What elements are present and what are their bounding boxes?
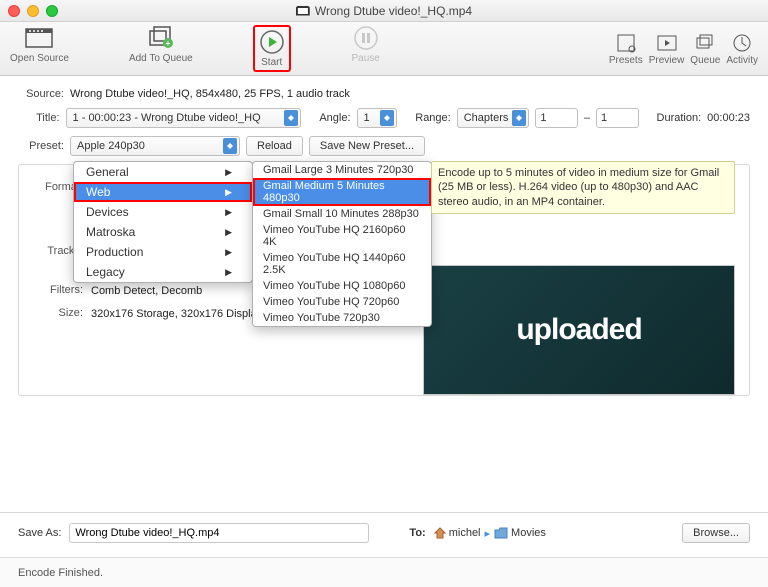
filters-label: Filters: — [33, 284, 83, 299]
preset-menu-overlay: General▶ Web▶ Devices▶ Matroska▶ Product… — [73, 161, 253, 283]
submenu-vimeo-2160[interactable]: Vimeo YouTube HQ 2160p60 4K — [253, 222, 431, 250]
submenu-gmail-medium[interactable]: Gmail Medium 5 Minutes 480p30 — [253, 178, 431, 206]
add-to-queue-button[interactable]: + Add To Queue — [129, 25, 193, 72]
open-source-label: Open Source — [10, 53, 69, 64]
saveas-label: Save As: — [18, 527, 61, 539]
dropdown-arrows-icon — [223, 138, 237, 154]
angle-value: 1 — [364, 112, 377, 124]
titlebar: Wrong Dtube video!_HQ.mp4 — [0, 0, 768, 22]
submenu-gmail-small[interactable]: Gmail Small 10 Minutes 288p30 — [253, 206, 431, 222]
menu-item-devices[interactable]: Devices▶ — [74, 202, 252, 222]
preset-label: Preset: — [18, 140, 64, 152]
range-label: Range: — [415, 112, 450, 124]
chevron-right-icon: ▶ — [225, 267, 232, 278]
status-bar: Encode Finished. — [0, 557, 768, 587]
title-label: Title: — [18, 112, 60, 124]
pause-icon — [353, 25, 379, 51]
dropdown-arrows-icon — [380, 110, 394, 126]
save-new-preset-button[interactable]: Save New Preset... — [309, 136, 425, 156]
range-type-value: Chapters — [464, 112, 509, 124]
open-source-button[interactable]: Open Source — [10, 25, 69, 72]
preset-tooltip: Encode up to 5 minutes of video in mediu… — [431, 161, 735, 214]
reload-button[interactable]: Reload — [246, 136, 303, 156]
range-dash: – — [584, 112, 590, 124]
submenu-vimeo-1080[interactable]: Vimeo YouTube HQ 1080p60 — [253, 278, 431, 294]
toolbar: Open Source + Add To Queue Start Pause P… — [0, 22, 768, 76]
title-value: 1 - 00:00:23 - Wrong Dtube video!_HQ — [73, 112, 281, 124]
menu-item-web[interactable]: Web▶ — [74, 182, 252, 202]
angle-dropdown[interactable]: 1 — [357, 108, 398, 128]
preview-label: Preview — [649, 55, 685, 66]
film-source-icon — [24, 25, 54, 51]
chevron-right-icon: ▶ — [225, 187, 232, 198]
source-value: Wrong Dtube video!_HQ, 854x480, 25 FPS, … — [70, 88, 350, 100]
queue-icon — [694, 33, 716, 53]
activity-button[interactable]: Activity — [726, 32, 758, 66]
preset-dropdown[interactable]: Apple 240p30 — [70, 136, 240, 156]
video-preview: uploaded — [423, 265, 735, 395]
to-label: To: — [409, 527, 425, 539]
saveas-input[interactable] — [69, 523, 369, 543]
play-icon — [259, 29, 285, 55]
home-icon — [434, 527, 446, 539]
status-text: Encode Finished. — [18, 567, 103, 579]
submenu-vimeo-1440[interactable]: Vimeo YouTube HQ 1440p60 2.5K — [253, 250, 431, 278]
path-separator-icon: ▸ — [485, 527, 491, 540]
duration-value: 00:00:23 — [707, 112, 750, 124]
menu-item-matroska[interactable]: Matroska▶ — [74, 222, 252, 242]
preview-button[interactable]: Preview — [649, 32, 685, 66]
chevron-right-icon: ▶ — [225, 207, 232, 218]
angle-label: Angle: — [319, 112, 350, 124]
range-to-stepper[interactable]: 1 — [596, 108, 639, 128]
window-title: Wrong Dtube video!_HQ.mp4 — [315, 4, 472, 18]
range-type-dropdown[interactable]: Chapters — [457, 108, 530, 128]
preview-icon — [656, 33, 678, 53]
browse-button[interactable]: Browse... — [682, 523, 750, 543]
chevron-right-icon: ▶ — [225, 227, 232, 238]
svg-text:+: + — [165, 39, 170, 48]
submenu-vimeo-720-60[interactable]: Vimeo YouTube HQ 720p60 — [253, 294, 431, 310]
presets-button[interactable]: Presets — [609, 32, 643, 66]
chevron-right-icon: ▶ — [225, 167, 232, 178]
activity-label: Activity — [726, 55, 758, 66]
window-minimize-button[interactable] — [27, 5, 39, 17]
presets-icon — [615, 33, 637, 53]
bottom-bar: Save As: To: michel ▸ Movies Browse... — [0, 512, 768, 553]
dropdown-arrows-icon — [284, 110, 298, 126]
pause-label: Pause — [352, 53, 380, 64]
submenu-vimeo-720-30[interactable]: Vimeo YouTube 720p30 — [253, 310, 431, 326]
window-close-button[interactable] — [8, 5, 20, 17]
preset-category-menu: General▶ Web▶ Devices▶ Matroska▶ Product… — [73, 161, 253, 283]
path-home[interactable]: michel — [434, 527, 481, 539]
activity-icon — [731, 33, 753, 53]
submenu-gmail-large[interactable]: Gmail Large 3 Minutes 720p30 — [253, 162, 431, 178]
start-label: Start — [261, 57, 282, 68]
source-label: Source: — [18, 88, 64, 100]
preview-text: uploaded — [516, 313, 641, 347]
duration-label: Duration: — [657, 112, 702, 124]
window-maximize-button[interactable] — [46, 5, 58, 17]
queue-button[interactable]: Queue — [690, 32, 720, 66]
range-from-stepper[interactable]: 1 — [535, 108, 578, 128]
chevron-right-icon: ▶ — [225, 247, 232, 258]
preset-value: Apple 240p30 — [77, 140, 219, 152]
title-dropdown[interactable]: 1 - 00:00:23 - Wrong Dtube video!_HQ — [66, 108, 302, 128]
size-label: Size: — [33, 307, 83, 322]
add-to-queue-label: Add To Queue — [129, 53, 193, 64]
preset-web-submenu: Gmail Large 3 Minutes 720p30 Gmail Mediu… — [252, 161, 432, 327]
queue-label: Queue — [690, 55, 720, 66]
presets-label: Presets — [609, 55, 643, 66]
menu-item-production[interactable]: Production▶ — [74, 242, 252, 262]
queue-add-icon: + — [146, 25, 176, 51]
menu-item-legacy[interactable]: Legacy▶ — [74, 262, 252, 282]
movie-file-icon — [296, 6, 310, 16]
dropdown-arrows-icon — [512, 110, 526, 126]
pause-button[interactable]: Pause — [351, 25, 381, 72]
folder-icon — [494, 527, 508, 539]
path-folder[interactable]: Movies — [494, 527, 546, 539]
menu-item-general[interactable]: General▶ — [74, 162, 252, 182]
start-button[interactable]: Start — [253, 25, 291, 72]
